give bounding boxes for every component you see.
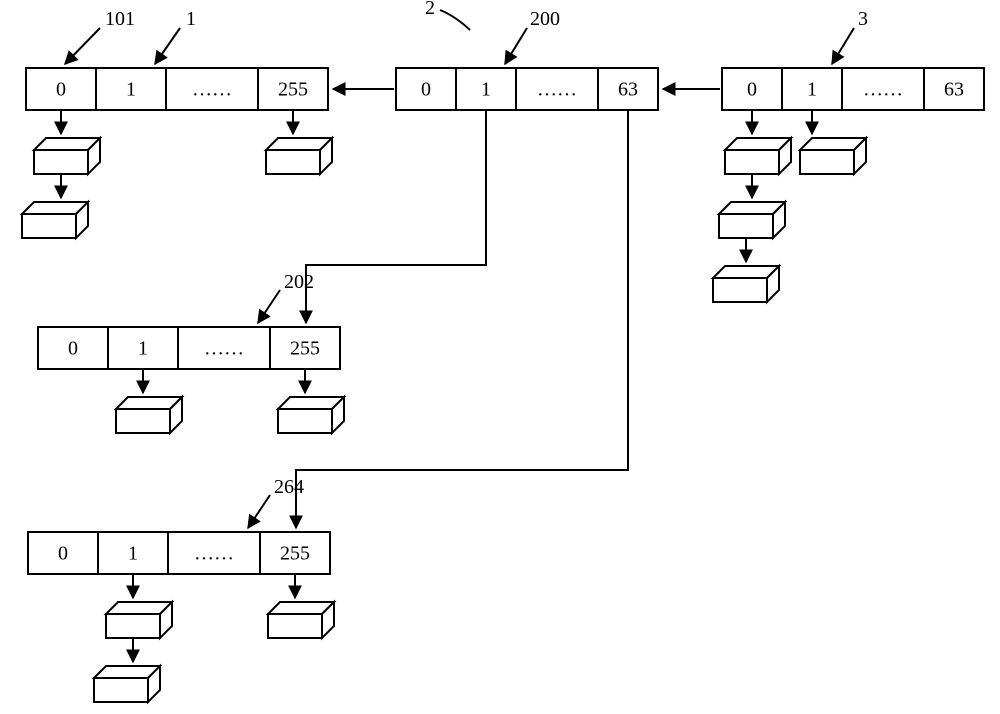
cube-a3c0-2 (719, 202, 785, 238)
array-264-cell-0: 0 (58, 543, 68, 565)
array-2: 0 1 …… 63 (396, 68, 658, 110)
label-1: 1 (186, 8, 196, 30)
array-264-cell-1: 1 (128, 543, 138, 565)
array-202-cell-0: 0 (68, 338, 78, 360)
curve-2 (440, 10, 470, 30)
cube-a3c1-1 (800, 138, 866, 174)
connector-a2c63-to-264 (296, 110, 628, 528)
array-3-cell-dots: …… (863, 79, 903, 101)
label-264: 264 (274, 476, 304, 498)
cube-264c1-2 (94, 666, 160, 702)
array-202-cell-255: 255 (290, 338, 320, 360)
array-1-cell-0: 0 (56, 79, 66, 101)
array-1: 0 1 …… 255 (26, 68, 328, 110)
pointer-202 (258, 290, 280, 323)
array-264-cell-dots: …… (194, 543, 234, 565)
label-3: 3 (858, 8, 868, 30)
array-3-cell-0: 0 (747, 79, 757, 101)
label-202: 202 (284, 271, 314, 293)
array-2-cell-63: 63 (618, 79, 638, 101)
pointer-101 (65, 28, 100, 64)
pointer-200 (505, 28, 527, 64)
cube-a3c0-1 (725, 138, 791, 174)
array-264: 0 1 …… 255 (28, 532, 330, 574)
diagram-root: 0 1 …… 255 0 1 …… 63 0 1 …… 63 0 1 …… 25… (0, 0, 1000, 714)
array-2-cell-0: 0 (421, 79, 431, 101)
pointer-1 (155, 28, 180, 64)
label-200: 200 (530, 8, 560, 30)
array-2-cell-1: 1 (481, 79, 491, 101)
cube-264c1-1 (106, 602, 172, 638)
label-2: 2 (425, 0, 435, 19)
array-202-cell-dots: …… (204, 338, 244, 360)
array-3-cell-63: 63 (944, 79, 964, 101)
cube-a1c255 (266, 138, 332, 174)
pointer-3 (832, 28, 854, 64)
pointer-264 (248, 495, 270, 528)
cube-a1c0-1 (34, 138, 100, 174)
cube-a3c0-3 (713, 266, 779, 302)
array-264-cell-255: 255 (280, 543, 310, 565)
array-1-cell-255: 255 (278, 79, 308, 101)
array-3-cell-1: 1 (807, 79, 817, 101)
cube-202c1 (116, 397, 182, 433)
array-202-cell-1: 1 (138, 338, 148, 360)
cube-264c255 (268, 602, 334, 638)
cube-a1c0-2 (22, 202, 88, 238)
array-202: 0 1 …… 255 (38, 327, 340, 369)
array-1-cell-dots: …… (192, 79, 232, 101)
cube-202c255 (278, 397, 344, 433)
label-101: 101 (105, 8, 135, 30)
array-2-cell-dots: …… (537, 79, 577, 101)
array-3: 0 1 …… 63 (722, 68, 984, 110)
array-1-cell-1: 1 (126, 79, 136, 101)
